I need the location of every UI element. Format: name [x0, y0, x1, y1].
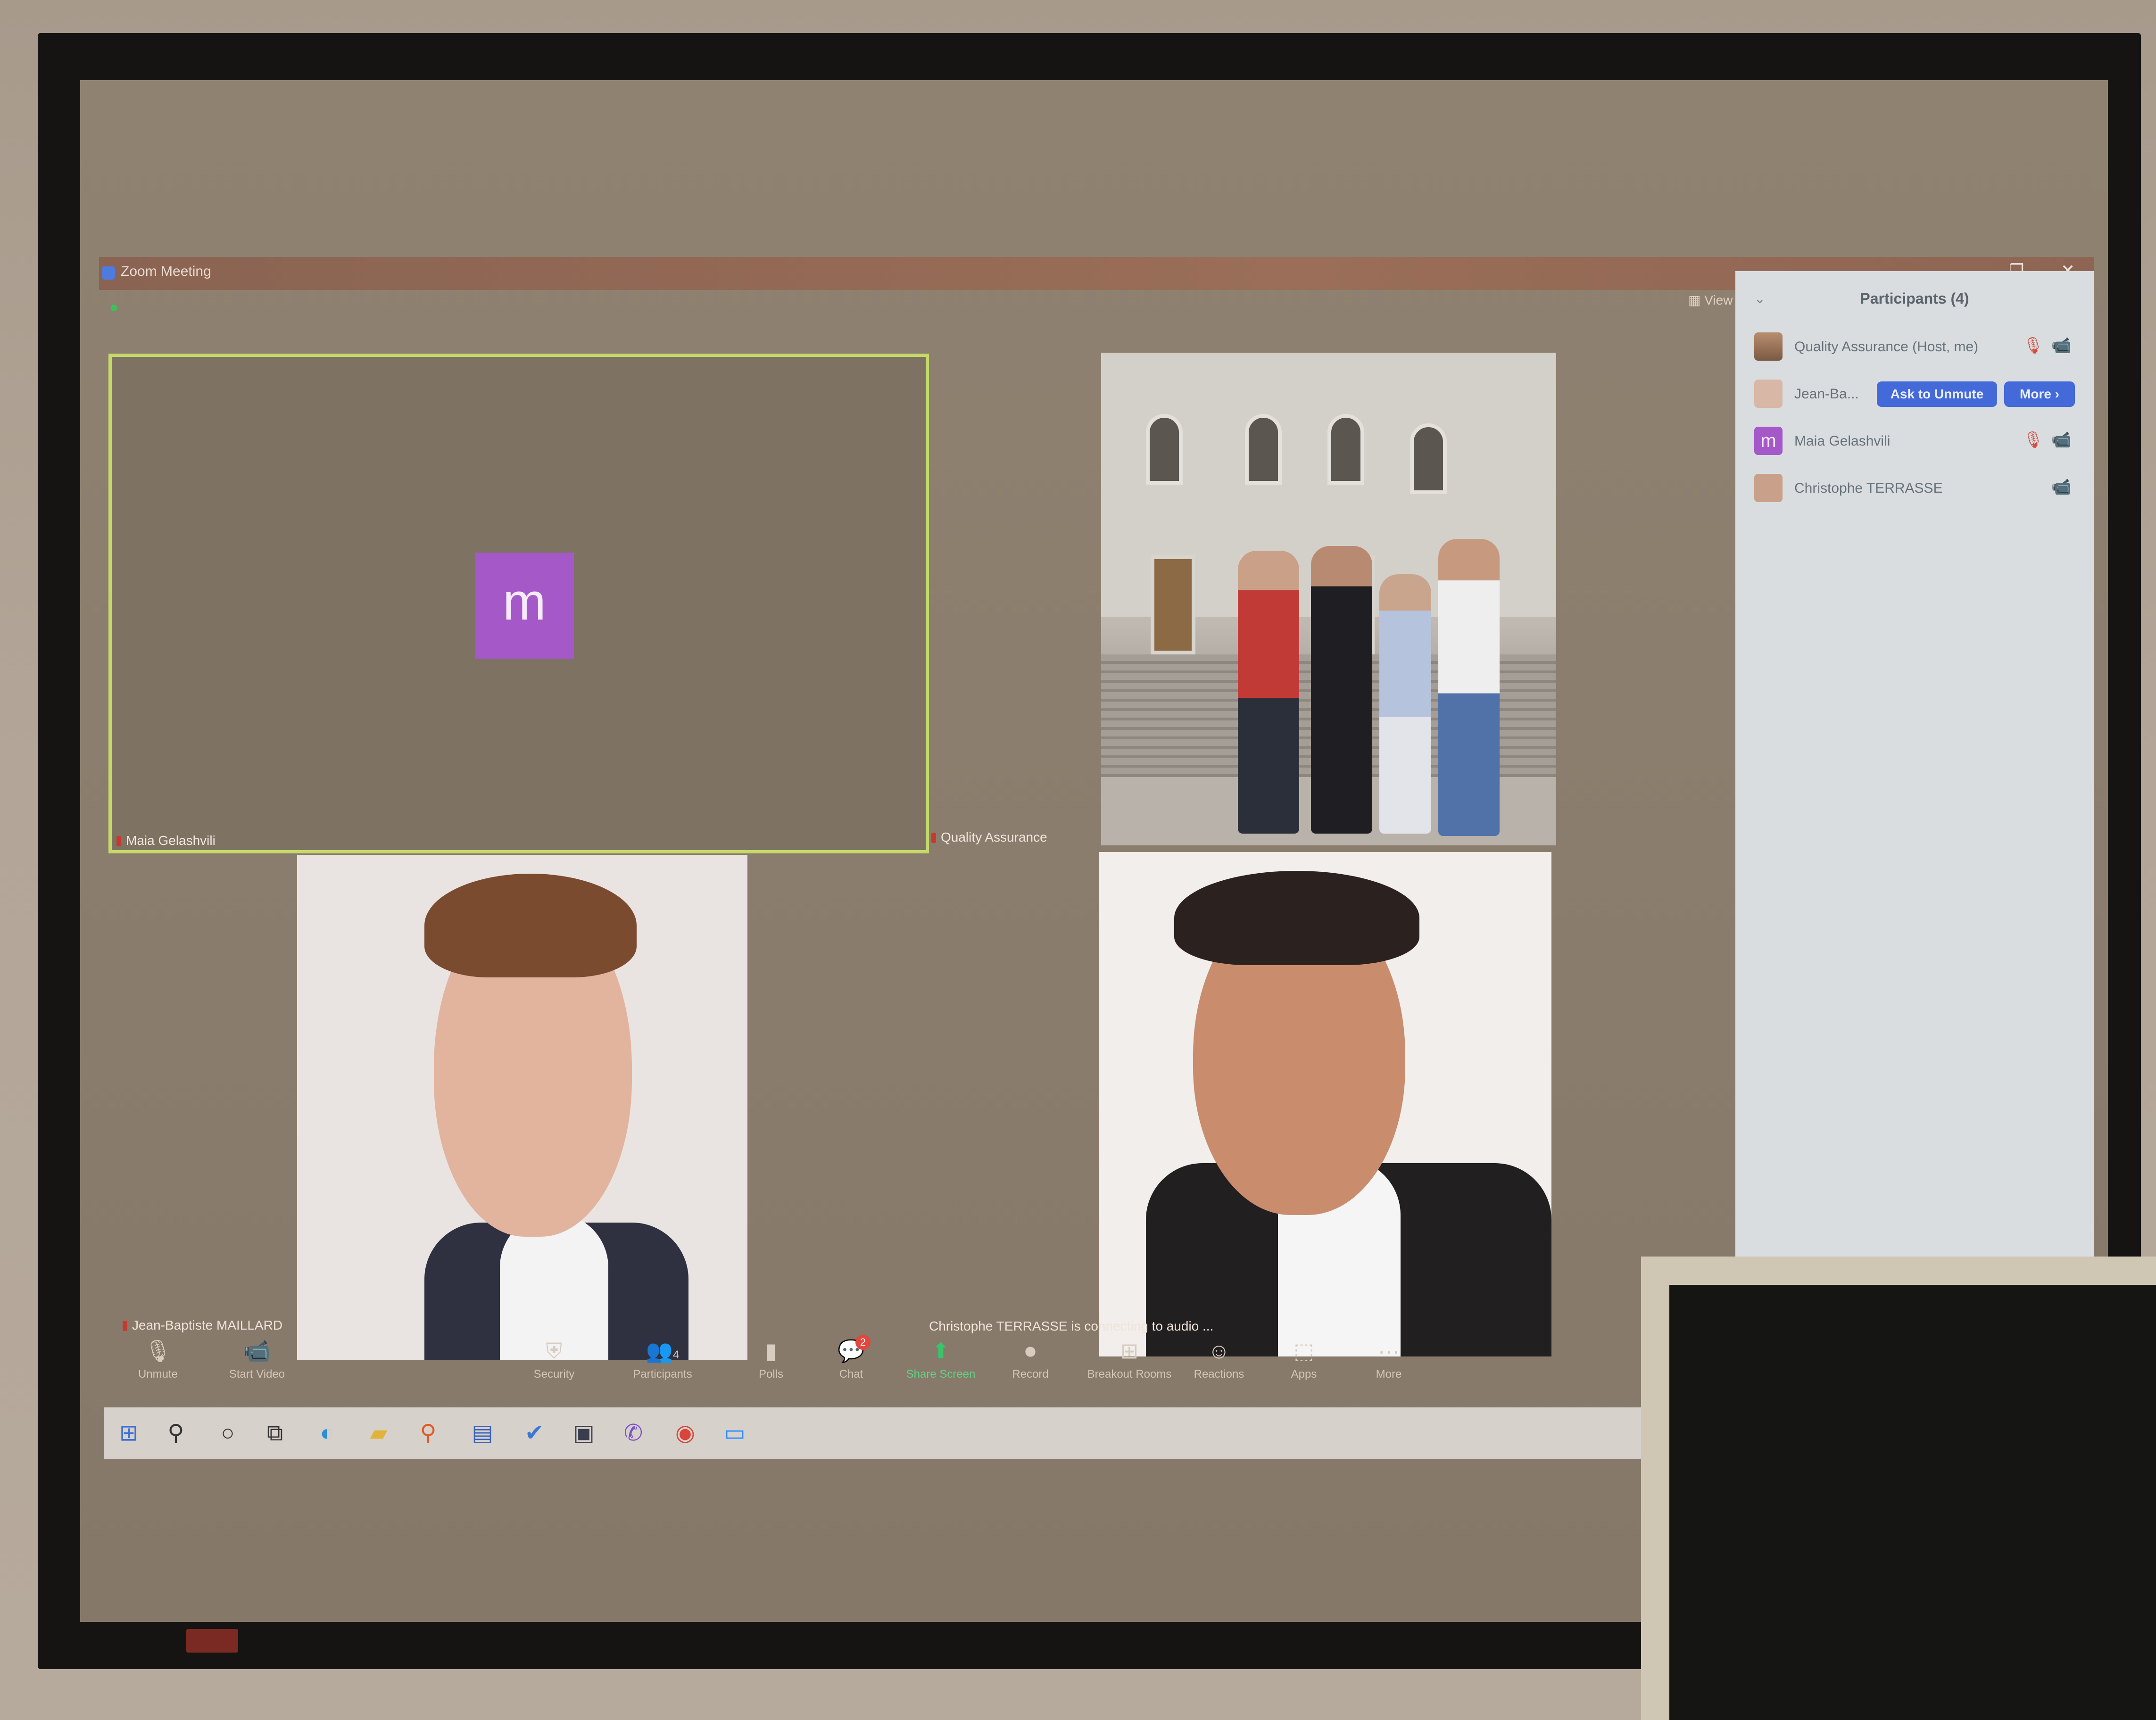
tile-name-label: Quality Assurance	[931, 830, 1047, 845]
reactions-button[interactable]: ☺ Reactions	[1174, 1337, 1264, 1381]
portrait-hair	[424, 874, 637, 977]
ellipsis-icon: ···	[1378, 1339, 1400, 1363]
start-video-button[interactable]: 📹 Start Video	[212, 1337, 302, 1381]
cortana-icon[interactable]: ○	[212, 1418, 243, 1449]
windows-taskbar: ⊞ ⚲ ○ ⧉ ◐ ▰ ⚲ ▤ ✔ ▣ ✆ ◉ ▭	[104, 1407, 1641, 1459]
apps-icon: ⬚	[1294, 1339, 1314, 1363]
participant-row[interactable]: Christophe TERRASSE 📹	[1754, 469, 2075, 507]
zoom-icon[interactable]: ▭	[719, 1418, 750, 1449]
video-off-icon[interactable]: 📹	[2051, 430, 2071, 449]
avatar	[1754, 474, 1783, 502]
unmute-button[interactable]: 🎙 Unmute	[113, 1337, 203, 1381]
people-icon: 👥4	[646, 1339, 680, 1363]
video-tile-christophe[interactable]	[1099, 852, 1551, 1356]
video-tile-quality-assurance[interactable]	[1101, 353, 1556, 845]
record-button[interactable]: ⏺ Record	[986, 1337, 1075, 1381]
shield-icon: ⛨	[546, 1339, 563, 1363]
avatar	[1754, 332, 1783, 361]
meeting-toolbar: 🎙 Unmute 📹 Start Video ⛨ Security 👥4 Par…	[99, 1335, 1641, 1407]
polls-button[interactable]: ▮ Polls	[726, 1337, 816, 1381]
student-figure	[1438, 539, 1500, 836]
building-window	[1245, 414, 1282, 485]
more-options-button[interactable]: More ›	[2004, 381, 2075, 407]
muted-microphone-icon: 🎙	[144, 1339, 172, 1363]
muted-mic-icon[interactable]: 🎙	[2023, 430, 2043, 449]
more-button[interactable]: ··· More	[1344, 1337, 1434, 1381]
screen-brand-logo	[186, 1629, 238, 1653]
breakout-rooms-button[interactable]: ⊞ Breakout Rooms	[1078, 1337, 1181, 1381]
encryption-shield-icon[interactable]: ●	[109, 298, 118, 316]
muted-mic-icon	[116, 836, 121, 846]
todo-icon[interactable]: ✔	[519, 1418, 550, 1449]
participant-row[interactable]: Jean-Ba... Ask to Unmute More ›	[1754, 375, 2075, 413]
window-title: Zoom Meeting	[121, 264, 211, 279]
video-tile-maia[interactable]: m Maia Gelashvili	[108, 354, 929, 853]
calendar-icon[interactable]: ▤	[467, 1418, 498, 1449]
building-window	[1327, 414, 1364, 485]
search-app-icon[interactable]: ⚲	[413, 1418, 444, 1449]
grid-view-icon: ▦	[1688, 293, 1705, 307]
chat-bubble-icon: 💬	[838, 1339, 865, 1363]
chat-unread-badge: 2	[855, 1335, 871, 1350]
ask-to-unmute-button[interactable]: Ask to Unmute	[1877, 381, 1997, 407]
tile-name-label: Maia Gelashvili	[116, 833, 216, 848]
building-door	[1151, 555, 1195, 654]
monitor-screen	[1669, 1285, 2156, 1720]
edge-icon[interactable]: ◐	[311, 1418, 342, 1449]
participant-row[interactable]: m Maia Gelashvili 🎙 📹	[1754, 422, 2075, 460]
bar-chart-icon: ▮	[765, 1339, 777, 1363]
muted-mic-icon[interactable]: 🎙	[2023, 336, 2043, 355]
building-window	[1146, 414, 1183, 485]
apps-button[interactable]: ⬚ Apps	[1259, 1337, 1349, 1381]
security-button[interactable]: ⛨ Security	[509, 1337, 599, 1381]
chrome-icon[interactable]: ◉	[670, 1418, 701, 1449]
share-screen-icon: ⬆	[931, 1339, 950, 1363]
student-figure	[1238, 551, 1299, 834]
participants-button[interactable]: 👥4 Participants	[618, 1337, 707, 1381]
foreground-monitor	[1641, 1257, 2156, 1720]
breakout-rooms-icon: ⊞	[1120, 1339, 1139, 1363]
record-icon: ⏺	[1025, 1339, 1036, 1363]
search-icon[interactable]: ⚲	[160, 1418, 191, 1449]
muted-mic-icon	[123, 1321, 127, 1331]
video-off-icon: 📹	[243, 1339, 271, 1363]
share-screen-button[interactable]: ⬆ Share Screen	[896, 1337, 986, 1381]
file-explorer-icon[interactable]: ▰	[363, 1418, 394, 1449]
portrait-hair	[1174, 871, 1419, 965]
avatar	[1754, 380, 1783, 408]
media-icon[interactable]: ▣	[568, 1418, 599, 1449]
avatar: m	[475, 553, 574, 659]
windows-icon[interactable]: ⊞	[113, 1418, 144, 1449]
participant-row[interactable]: Quality Assurance (Host, me) 🎙 📹	[1754, 328, 2075, 365]
tile-name-label: Jean-Baptiste MAILLARD	[123, 1318, 282, 1333]
connecting-audio-notice: Christophe TERRASSE is connecting to aud…	[929, 1319, 1214, 1333]
avatar: m	[1754, 427, 1783, 455]
participants-panel: ⌄ Participants (4) Quality Assurance (Ho…	[1735, 271, 2094, 1259]
video-off-icon[interactable]: 📹	[2051, 336, 2071, 355]
video-tile-jean-baptiste[interactable]	[297, 855, 747, 1360]
student-figure	[1379, 574, 1431, 834]
smiley-icon: ☺	[1208, 1339, 1230, 1363]
viber-icon[interactable]: ✆	[618, 1418, 649, 1449]
task-view-icon[interactable]: ⧉	[259, 1418, 290, 1449]
student-figure	[1311, 546, 1372, 834]
view-button[interactable]: ▦ View	[1688, 292, 1733, 308]
chat-button[interactable]: 💬 2 Chat	[806, 1335, 896, 1381]
zoom-app-icon	[102, 266, 115, 280]
participants-panel-title: Participants (4)	[1860, 290, 1969, 307]
video-off-icon[interactable]: 📹	[2051, 478, 2071, 496]
building-window	[1410, 423, 1447, 494]
muted-mic-icon	[931, 833, 936, 843]
